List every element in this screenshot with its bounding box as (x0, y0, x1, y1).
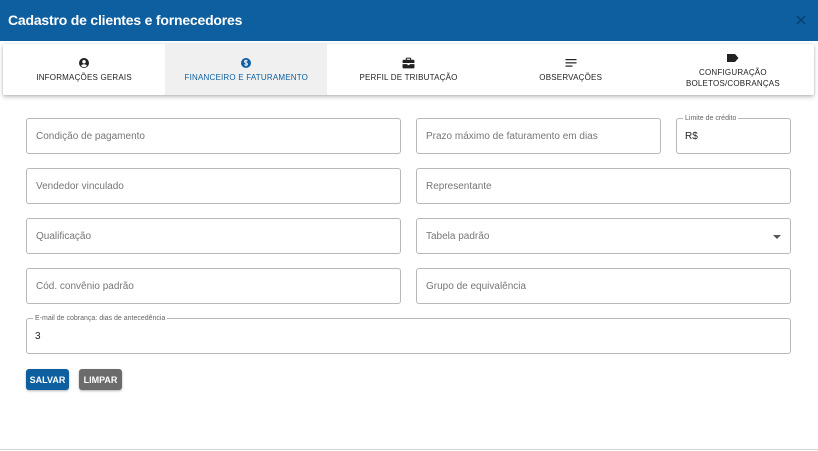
billing-email-days-field[interactable]: E-mail de cobrança: dias de antecedência… (26, 314, 791, 354)
label-tag-icon (726, 51, 739, 65)
divider (0, 449, 818, 450)
tab-informacoes-gerais[interactable]: INFORMAÇÕES GERAIS (3, 44, 165, 95)
default-agreement-code-placeholder: Cód. convênio padrão (36, 281, 134, 292)
equivalence-group-field[interactable]: Grupo de equivalência (416, 268, 791, 304)
default-table-placeholder: Tabela padrão (426, 231, 490, 242)
credit-limit-field[interactable]: Limite de crédito R$ (676, 114, 791, 154)
linked-seller-field[interactable]: Vendedor vinculado (26, 168, 401, 204)
tab-financeiro-faturamento[interactable]: FINANCEIRO E FATURAMENTO (165, 44, 328, 95)
default-agreement-code-field[interactable]: Cód. convênio padrão (26, 268, 401, 304)
dollar-circle-icon (240, 56, 252, 70)
tab-label: PERFIL DE TRIBUTAÇÃO (359, 73, 458, 82)
account-circle-icon (78, 56, 90, 70)
dialog-header: Cadastro de clientes e fornecedores (0, 0, 818, 41)
tab-perfil-tributacao[interactable]: PERFIL DE TRIBUTAÇÃO (327, 44, 489, 95)
max-billing-days-placeholder: Prazo máximo de faturamento em dias (426, 131, 598, 142)
tab-label: INFORMAÇÕES GERAIS (36, 73, 132, 82)
tab-configuracao-boletos[interactable]: CONFIGURAÇÃO BOLETOS/COBRANÇAS (652, 44, 814, 95)
max-billing-days-field[interactable]: Prazo máximo de faturamento em dias (416, 118, 661, 154)
default-table-select[interactable]: Tabela padrão (416, 218, 791, 254)
clear-button[interactable]: LIMPAR (79, 369, 122, 390)
billing-email-days-value: 3 (35, 331, 41, 342)
save-button[interactable]: SALVAR (26, 369, 69, 390)
equivalence-group-placeholder: Grupo de equivalência (426, 281, 527, 292)
billing-email-days-label: E-mail de cobrança: dias de antecedência (33, 314, 168, 323)
dropdown-arrow-icon[interactable] (773, 235, 781, 239)
credit-limit-label: Limite de crédito (683, 114, 739, 123)
tab-bar: INFORMAÇÕES GERAIS FINANCEIRO E FATURAME… (3, 44, 814, 95)
tab-label: OBSERVAÇÕES (539, 73, 603, 82)
credit-limit-prefix: R$ (685, 131, 698, 142)
tab-label-line1: CONFIGURAÇÃO (699, 67, 767, 77)
dialog-title: Cadastro de clientes e fornecedores (8, 12, 243, 28)
notes-icon (565, 56, 577, 70)
close-icon[interactable] (794, 13, 808, 27)
tab-label-line2: BOLETOS/COBRANÇAS (685, 78, 780, 88)
tab-label: FINANCEIRO E FATURAMENTO (184, 73, 309, 82)
qualification-placeholder: Qualificação (36, 231, 92, 242)
linked-seller-placeholder: Vendedor vinculado (36, 181, 124, 192)
representative-placeholder: Representante (426, 181, 492, 192)
representative-field[interactable]: Representante (416, 168, 791, 204)
briefcase-icon (402, 56, 415, 70)
payment-condition-placeholder: Condição de pagamento (36, 131, 145, 142)
payment-condition-field[interactable]: Condição de pagamento (26, 118, 401, 154)
qualification-field[interactable]: Qualificação (26, 218, 401, 254)
tab-observacoes[interactable]: OBSERVAÇÕES (490, 44, 652, 95)
